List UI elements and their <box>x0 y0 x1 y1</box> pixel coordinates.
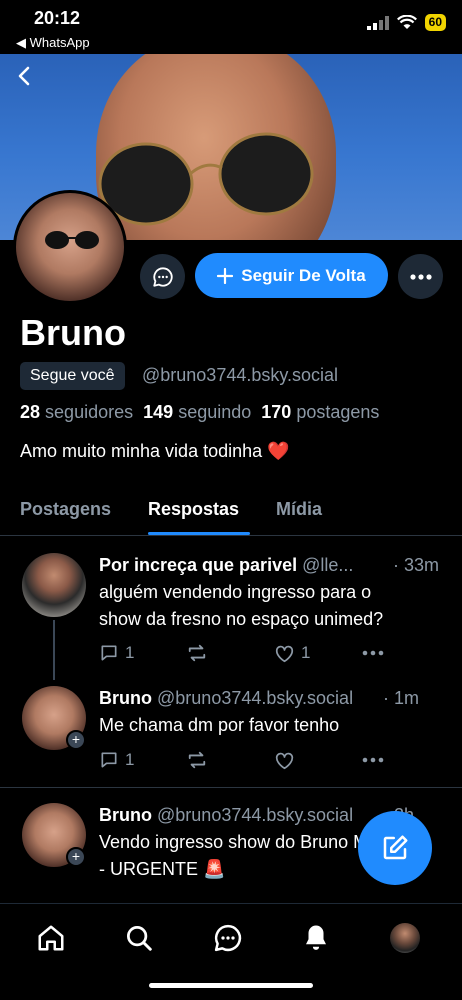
post-author-name[interactable]: Bruno <box>99 688 152 708</box>
battery-indicator: 60 <box>424 14 446 31</box>
post-time: · 1m <box>383 688 419 708</box>
post-more-button[interactable] <box>362 757 384 763</box>
post-text-line2: - URGENTE 🚨 <box>99 859 226 879</box>
status-indicators: 60 <box>366 14 446 31</box>
post-author-handle[interactable]: @lle... <box>302 555 353 575</box>
following-label: seguindo <box>178 402 252 422</box>
post-actions: 1 <box>99 747 399 773</box>
tab-midia[interactable]: Mídia <box>276 499 322 520</box>
nav-profile[interactable] <box>387 920 423 956</box>
repost-icon <box>188 751 206 769</box>
like-button[interactable] <box>274 751 295 770</box>
like-count: 1 <box>301 643 311 662</box>
follows-you-badge: Segue você <box>20 362 125 390</box>
reply-count: 1 <box>125 750 135 769</box>
post-text-line2: show da fresno no espaço unimed? <box>99 609 384 629</box>
back-button[interactable] <box>10 62 38 90</box>
post-author-handle[interactable]: @bruno3744.bsky.social <box>157 688 353 708</box>
ellipsis-icon <box>362 757 384 763</box>
profile-name: Bruno <box>20 312 126 353</box>
ellipsis-icon <box>362 650 384 656</box>
post-header: Bruno @bruno3744.bsky.social <box>99 802 389 829</box>
post-time: · 33m <box>393 555 440 575</box>
posts-stat: 170 postagens <box>261 402 379 422</box>
chat-bubble-icon <box>214 924 242 952</box>
profile-handle: @bruno3744.bsky.social <box>142 365 339 385</box>
follow-plus-icon[interactable]: + <box>66 847 86 867</box>
wifi-icon <box>396 15 417 29</box>
following-count: 149 <box>143 402 174 422</box>
profile-bio: Amo muito minha vida todinha ❤️ <box>20 441 290 461</box>
following-link[interactable]: 149 seguindo <box>143 402 251 422</box>
repost-icon <box>188 644 206 662</box>
follow-plus-icon[interactable]: + <box>66 730 86 750</box>
ellipsis-icon <box>409 273 432 280</box>
profile-stats: 28 seguidores 149 seguindo 170 postagens <box>20 402 379 423</box>
sunglasses-shape <box>98 132 314 226</box>
signal-icon <box>366 15 389 30</box>
post-author-name[interactable]: Bruno <box>99 805 152 825</box>
chevron-left-icon <box>18 66 30 86</box>
reply-button[interactable]: 1 <box>99 750 134 770</box>
reply-icon <box>101 645 117 661</box>
tab-postagens[interactable]: Postagens <box>20 499 111 520</box>
post-divider <box>0 787 462 788</box>
more-options-button[interactable] <box>398 254 443 299</box>
profile-tabs: Postagens Respostas Mídia <box>0 496 462 536</box>
followers-label: seguidores <box>45 402 134 422</box>
nav-chat[interactable] <box>210 920 246 956</box>
post-text-line1: alguém vendendo ingresso para o <box>99 582 372 602</box>
repost-button[interactable] <box>186 750 208 770</box>
status-time: 20:12 <box>34 8 81 28</box>
profile-avatar-small <box>390 923 420 953</box>
active-tab-indicator <box>148 532 250 535</box>
nav-search[interactable] <box>121 920 157 956</box>
chat-bubble-icon <box>152 266 173 287</box>
post-header: Bruno @bruno3744.bsky.social <box>99 685 389 712</box>
reply-icon <box>101 752 117 768</box>
follow-back-label: Seguir De Volta <box>241 265 366 285</box>
compose-button[interactable] <box>358 811 432 885</box>
post-author-handle[interactable]: @bruno3744.bsky.social <box>157 805 353 825</box>
heart-icon <box>275 645 294 662</box>
post-text-line1: Vendo ingresso show do Bruno Mars <box>99 832 394 852</box>
post-text-line1: Me chama dm por favor tenho <box>99 715 340 735</box>
post-actions: 1 1 <box>99 640 399 666</box>
back-to-app-link[interactable]: ◀ WhatsApp <box>16 35 90 51</box>
tab-respostas[interactable]: Respostas <box>148 499 239 520</box>
heart-icon <box>275 752 294 769</box>
posts-count: 170 <box>261 402 292 422</box>
plus-icon <box>217 267 234 284</box>
reply-count: 1 <box>125 643 135 662</box>
home-icon <box>38 925 64 951</box>
follow-back-button[interactable]: Seguir De Volta <box>195 253 388 298</box>
followers-link[interactable]: 28 seguidores <box>20 402 133 422</box>
thread-line <box>53 620 55 680</box>
posts-label: postagens <box>296 402 380 422</box>
compose-icon <box>383 835 408 860</box>
reply-button[interactable]: 1 <box>99 643 134 663</box>
post-author-avatar[interactable] <box>22 553 86 617</box>
avatar-sunglasses <box>45 231 99 249</box>
followers-count: 28 <box>20 402 41 422</box>
nav-notifications[interactable] <box>298 920 334 956</box>
search-icon <box>127 926 152 951</box>
nav-home[interactable] <box>33 920 69 956</box>
home-indicator <box>149 983 313 988</box>
post-author-name[interactable]: Por increça que parivel <box>99 555 297 575</box>
profile-avatar[interactable] <box>13 190 127 304</box>
repost-button[interactable] <box>186 643 208 663</box>
like-button[interactable]: 1 <box>274 643 310 663</box>
post-more-button[interactable] <box>362 650 384 656</box>
message-button[interactable] <box>140 254 185 299</box>
bell-icon <box>306 925 326 950</box>
